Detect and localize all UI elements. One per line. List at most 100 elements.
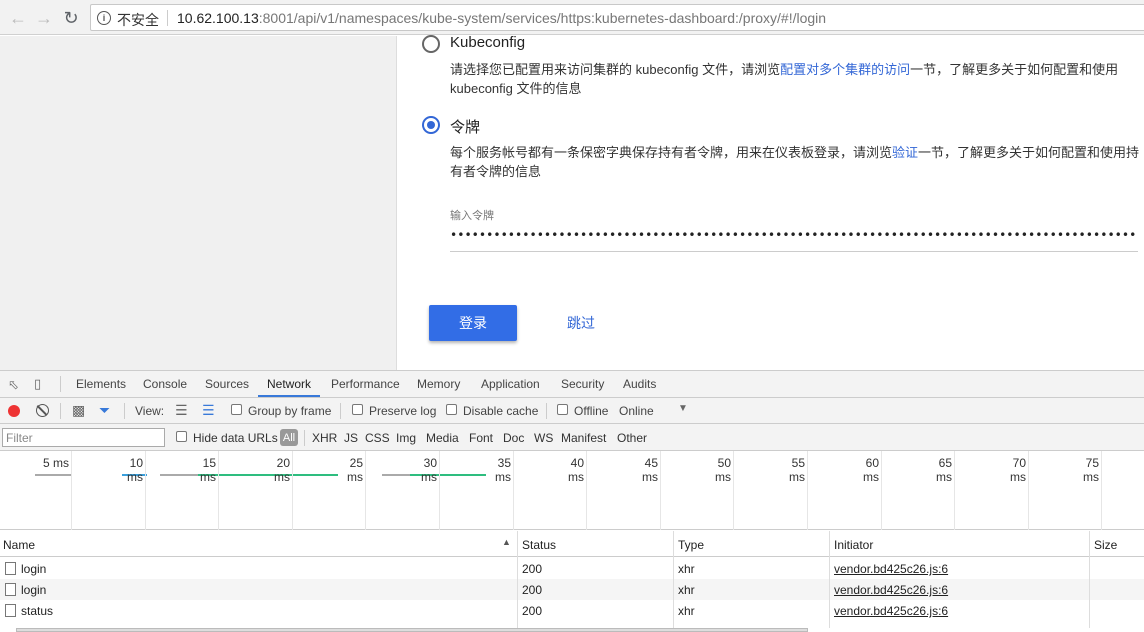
tab-sources[interactable]: Sources	[205, 377, 249, 391]
filter-js[interactable]: JS	[344, 431, 358, 445]
login-button[interactable]: 登录	[429, 305, 517, 341]
timeline-tick-label: 10 ms	[127, 456, 143, 484]
tab-memory[interactable]: Memory	[417, 377, 460, 391]
filter-icon[interactable]: ⏷	[99, 402, 110, 419]
filter-manifest[interactable]: Manifest	[561, 431, 606, 445]
back-arrow-icon[interactable]: ←	[7, 7, 29, 29]
devtools-tabbar: ⬁ ▯ Elements Console Sources Network Per…	[0, 371, 1144, 398]
filter-xhr[interactable]: XHR	[312, 431, 337, 445]
filter-other[interactable]: Other	[617, 431, 647, 445]
column-divider[interactable]	[1089, 531, 1090, 628]
row-initiator-link[interactable]: vendor.bd425c26.js:6	[834, 583, 948, 597]
reload-icon[interactable]: ↻	[60, 7, 82, 29]
tab-network[interactable]: Network	[267, 377, 311, 391]
filter-all[interactable]: All	[280, 429, 298, 446]
kubeconfig-radio[interactable]	[422, 35, 440, 53]
table-row[interactable]: status 200 xhr vendor.bd425c26.js:6	[0, 600, 1144, 621]
kubeconfig-doc-link[interactable]: 配置对多个集群的访问	[780, 62, 910, 77]
sort-up-icon[interactable]: ▲	[502, 537, 511, 547]
row-type: xhr	[678, 604, 695, 618]
timeline-gridline	[71, 451, 72, 530]
waterfall-view-icon[interactable]: ☰	[202, 402, 215, 419]
token-description: 每个服务帐号都有一条保密字典保存持有者令牌，用来在仪表板登录，请浏览验证一节，了…	[450, 143, 1140, 181]
address-bar[interactable]: i 不安全 10.62.100.13:8001/api/v1/namespace…	[90, 4, 1144, 31]
timeline-gridline	[439, 451, 440, 530]
filter-ws[interactable]: WS	[534, 431, 553, 445]
token-input[interactable]: ••••••••••••••••••••••••••••••••••••••••…	[450, 228, 1138, 252]
column-divider[interactable]	[673, 531, 674, 628]
filter-input[interactable]: Filter	[2, 428, 165, 447]
kubeconfig-title: Kubeconfig	[450, 34, 526, 51]
column-divider[interactable]	[829, 531, 830, 628]
timeline-tick-label: 50 ms	[715, 456, 731, 484]
filter-bar: Filter Hide data URLs All XHR JS CSS Img…	[0, 424, 1144, 451]
disable-cache-checkbox[interactable]	[446, 404, 457, 415]
token-field-label: 输入令牌	[450, 210, 494, 222]
offline-label: Offline	[574, 404, 609, 418]
divider	[304, 430, 305, 446]
url-text[interactable]: 10.62.100.13:8001/api/v1/namespaces/kube…	[177, 10, 826, 26]
table-row[interactable]: login 200 xhr vendor.bd425c26.js:6	[0, 558, 1144, 579]
timeline-bar	[35, 474, 71, 476]
column-name[interactable]: Name	[3, 538, 35, 552]
list-view-icon[interactable]: ☰	[175, 402, 188, 419]
filter-media[interactable]: Media	[426, 431, 459, 445]
forward-arrow-icon[interactable]: →	[33, 7, 55, 29]
record-icon[interactable]	[8, 405, 20, 417]
divider	[124, 403, 125, 419]
inspect-element-icon[interactable]: ⬁	[8, 377, 19, 393]
timeline-tick-label: 75 ms	[1083, 456, 1099, 484]
filter-font[interactable]: Font	[469, 431, 493, 445]
tab-elements[interactable]: Elements	[76, 377, 126, 391]
column-divider[interactable]	[517, 531, 518, 628]
skip-button[interactable]: 跳过	[567, 313, 595, 333]
clear-icon[interactable]	[36, 404, 49, 417]
row-initiator-link[interactable]: vendor.bd425c26.js:6	[834, 604, 948, 618]
tab-application[interactable]: Application	[481, 377, 540, 391]
url-path: :8001/api/v1/namespaces/kube-system/serv…	[258, 10, 827, 26]
filter-css[interactable]: CSS	[365, 431, 390, 445]
insecure-label: 不安全	[117, 12, 159, 28]
tab-security[interactable]: Security	[561, 377, 604, 391]
filter-img[interactable]: Img	[396, 431, 416, 445]
url-host: 10.62.100.13	[177, 10, 259, 26]
timeline-gridline	[1101, 451, 1102, 530]
device-toolbar-icon[interactable]: ▯	[34, 376, 41, 392]
kubeconfig-description: 请选择您已配置用来访问集群的 kubeconfig 文件，请浏览配置对多个集群的…	[450, 60, 1140, 98]
preserve-log-label: Preserve log	[369, 404, 437, 418]
token-title: 令牌	[450, 119, 481, 136]
token-desc-text: 每个服务帐号都有一条保密字典保存持有者令牌，用来在仪表板登录，请浏览	[450, 145, 893, 160]
hide-data-urls-checkbox[interactable]	[176, 431, 187, 442]
divider	[340, 403, 341, 419]
preserve-log-checkbox[interactable]	[352, 404, 363, 415]
page-background	[0, 36, 397, 370]
camera-icon[interactable]: ▩	[72, 402, 85, 419]
timeline-overview[interactable]: 5 ms 10 ms 15 ms 20 ms 25 ms 30 ms 35 ms 40 ms 4…	[0, 451, 1144, 530]
group-by-frame-checkbox[interactable]	[231, 404, 242, 415]
column-status[interactable]: Status	[522, 538, 556, 552]
row-initiator-link[interactable]: vendor.bd425c26.js:6	[834, 562, 948, 576]
timeline-gridline	[586, 451, 587, 530]
column-type[interactable]: Type	[678, 538, 704, 552]
tab-audits[interactable]: Audits	[623, 377, 656, 391]
table-row[interactable]: login 200 xhr vendor.bd425c26.js:6	[0, 579, 1144, 600]
token-radio[interactable]	[422, 116, 440, 134]
info-icon[interactable]: i	[97, 11, 111, 25]
chevron-down-icon[interactable]: ▼	[678, 403, 688, 414]
timeline-gridline	[1028, 451, 1029, 530]
offline-checkbox[interactable]	[557, 404, 568, 415]
tab-performance[interactable]: Performance	[331, 377, 400, 391]
auth-doc-link[interactable]: 验证	[892, 145, 918, 160]
timeline-tick-label: 65 ms	[936, 456, 952, 484]
column-size[interactable]: Size	[1094, 538, 1117, 552]
row-type: xhr	[678, 562, 695, 576]
horizontal-scrollbar[interactable]	[16, 628, 808, 632]
row-name: login	[21, 562, 47, 576]
throttle-select[interactable]: Online	[619, 404, 654, 418]
tab-console[interactable]: Console	[143, 377, 187, 391]
timeline-gridline	[954, 451, 955, 530]
document-icon	[5, 562, 16, 575]
devtools-panel: ⬁ ▯ Elements Console Sources Network Per…	[0, 370, 1144, 632]
filter-doc[interactable]: Doc	[503, 431, 524, 445]
column-initiator[interactable]: Initiator	[834, 538, 873, 552]
